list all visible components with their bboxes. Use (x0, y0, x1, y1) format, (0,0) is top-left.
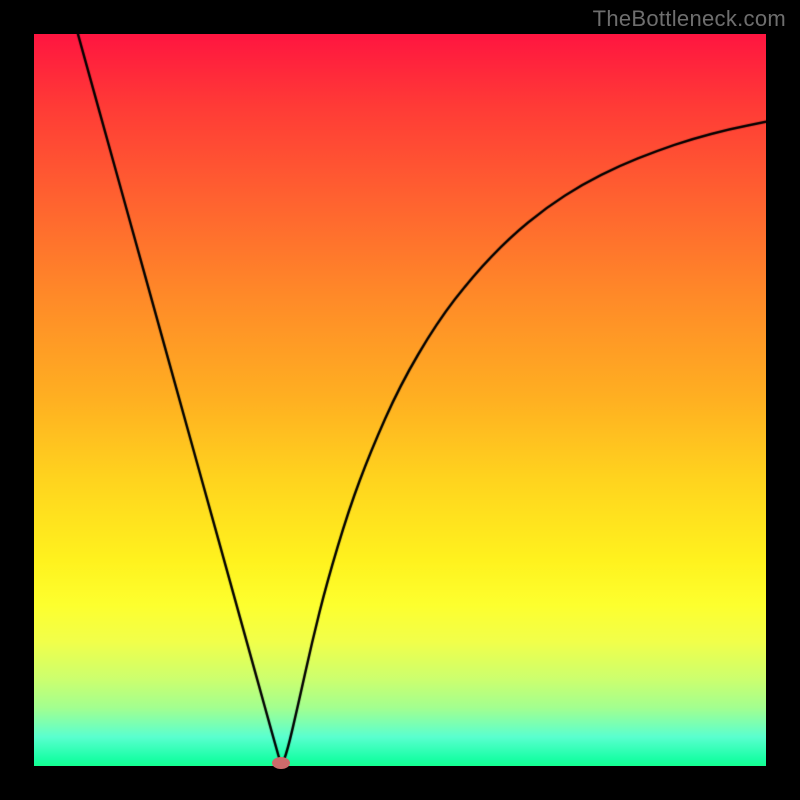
chart-frame: TheBottleneck.com (0, 0, 800, 800)
bottleneck-curve (34, 34, 766, 766)
plot-area (34, 34, 766, 766)
watermark-text: TheBottleneck.com (593, 6, 786, 32)
minimum-marker (272, 757, 290, 769)
